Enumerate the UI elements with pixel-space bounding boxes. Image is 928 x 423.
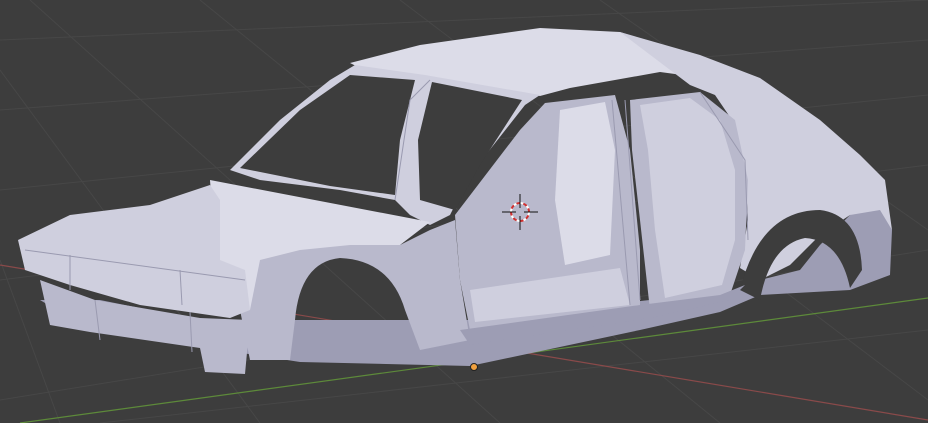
car-body-model[interactable] xyxy=(18,28,892,374)
object-origin-icon[interactable] xyxy=(470,363,478,371)
viewport-scene[interactable] xyxy=(0,0,928,423)
3d-viewport[interactable] xyxy=(0,0,928,423)
